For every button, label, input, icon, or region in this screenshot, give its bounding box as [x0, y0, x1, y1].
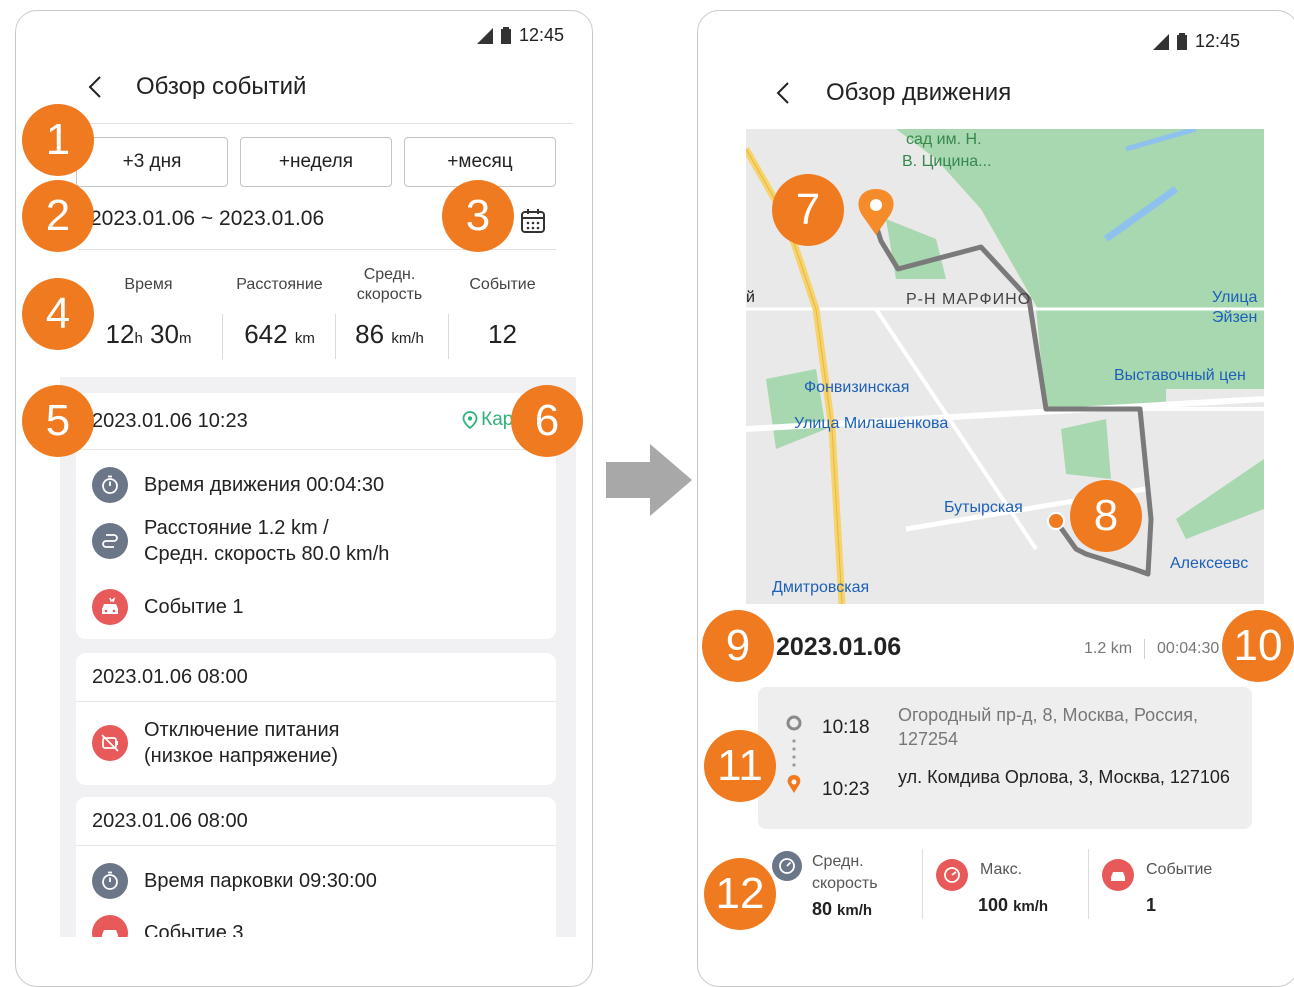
parking-time-row: Время парковки 09:30:00 [92, 863, 377, 899]
max-speed-icon [936, 859, 968, 891]
page-title: Обзор движения [826, 79, 1012, 106]
status-time: 12:45 [1194, 31, 1240, 51]
event-stat: Событие 1 [1102, 859, 1212, 916]
callout-badge: 2 [22, 180, 94, 252]
trip-distance: 1.2 km [1084, 640, 1133, 657]
map-label: Дмитровская [772, 579, 870, 596]
calendar-icon[interactable] [520, 208, 546, 234]
route-addresses: 10:18 Огородный пр-д, 8, Москва, Россия,… [758, 687, 1252, 829]
map-label: Улица [1212, 289, 1258, 306]
header: Обзор событий [16, 73, 592, 101]
event-datetime: 2023.01.06 08:00 [76, 653, 556, 702]
back-button[interactable] [772, 82, 794, 104]
stat-events-value: 12 [488, 319, 517, 349]
event-count-row: Событие 1 [92, 589, 244, 625]
map-label: Эйзен [1212, 309, 1258, 326]
callout-badge: 11 [704, 730, 776, 802]
route-end-dot [1047, 512, 1065, 530]
back-button[interactable] [84, 76, 106, 98]
chevron-left-icon [776, 82, 789, 104]
date-range: 2023.01.06 ~ 2023.01.06 [90, 207, 325, 230]
stat-time-value: 12h 30m [105, 319, 192, 349]
event-card[interactable]: 2023.01.06 08:00 Время парковки 09:30:00… [76, 797, 556, 937]
map-label: В. Цицина... [902, 153, 992, 170]
stat-time-label: Время [124, 276, 173, 293]
chevron-left-icon [88, 76, 101, 98]
car-crash-icon [1102, 859, 1134, 891]
page-title: Обзор событий [136, 73, 307, 100]
trip-meta: 1.2 km 00:04:30 [1084, 639, 1219, 659]
route-timeline-icon [786, 715, 802, 793]
map-label: Бутырская [944, 499, 1023, 516]
car-crash-icon [92, 589, 128, 625]
callout-badge: 7 [772, 174, 844, 246]
start-time: 10:18 [822, 717, 870, 738]
event-overview-screen: 12:45 Обзор событий +3 дня +неделя +меся… [15, 10, 593, 987]
stat-events-label: Событие [469, 276, 536, 293]
callout-badge: 9 [702, 610, 774, 682]
end-address: ул. Комдива Орлова, 3, Москва, 127106 [898, 767, 1230, 787]
map-label: Фонвизинская [804, 379, 910, 396]
route-icon [92, 523, 128, 559]
callout-badge: 3 [442, 180, 514, 252]
battery-icon [1176, 33, 1187, 50]
battery-icon [500, 27, 511, 44]
map-label: Выставочный цен [1114, 367, 1246, 384]
callout-badge: 5 [22, 385, 94, 457]
avg-speed-stat: Средн. скорость 80 km/h [772, 851, 878, 920]
flow-arrow-icon [606, 444, 692, 516]
max-speed-stat: Макс. 100 km/h [936, 859, 1048, 916]
callout-badge: 8 [1070, 480, 1142, 552]
callout-badge: 6 [511, 385, 583, 457]
trip-date: 2023.01.06 [776, 633, 902, 661]
event-list[interactable]: 2023.01.06 10:23 Карта Время движения 00… [60, 377, 576, 937]
drive-overview-screen: 12:45 Обзор движения сад им. Н. В. Цицин… [697, 10, 1294, 987]
start-address: Огородный пр-д, 8, Москва, Россия, 12725… [898, 705, 1198, 749]
signal-icon [476, 27, 493, 44]
map-label: Алексеевс [1170, 555, 1249, 572]
header: Обзор движения [698, 79, 1294, 107]
event-card[interactable]: 2023.01.06 10:23 Карта Время движения 00… [76, 393, 556, 639]
stat-separator [1088, 849, 1089, 919]
period-week-button[interactable]: +неделя [240, 137, 392, 187]
event-datetime: 2023.01.06 08:00 [76, 797, 556, 846]
status-bar: 12:45 [476, 25, 564, 46]
status-bar: 12:45 [1152, 31, 1240, 52]
trip-duration: 00:04:30 [1157, 640, 1220, 657]
car-crash-icon [92, 915, 128, 937]
signal-icon [1152, 33, 1169, 50]
power-off-row: Отключение питания (низкое напряжение) [92, 717, 339, 769]
event-card[interactable]: 2023.01.06 08:00 Отключение питания (низк… [76, 653, 556, 785]
stopwatch-icon [92, 863, 128, 899]
speedometer-icon [772, 851, 802, 881]
stat-separator [922, 849, 923, 919]
location-pin-icon [462, 411, 478, 429]
stat-distance: Расстояние 642 km [222, 263, 337, 350]
end-time: 10:23 [822, 779, 870, 800]
distance-row: Расстояние 1.2 km / Средн. скорость 80.0 … [92, 515, 389, 567]
stat-distance-value: 642 km [244, 319, 315, 349]
callout-badge: 10 [1222, 610, 1294, 682]
callout-badge: 4 [22, 278, 94, 350]
map-label: й [746, 289, 755, 306]
stopwatch-icon [92, 467, 128, 503]
stat-avg-speed: Средн. скорость 86 km/h [332, 263, 447, 350]
status-time: 12:45 [518, 25, 564, 45]
callout-badge: 1 [22, 104, 94, 176]
stat-avg-speed-label: Средн. скорость [356, 266, 423, 303]
stat-time: Время 12h 30m [91, 263, 206, 350]
drive-time-row: Время движения 00:04:30 [92, 467, 384, 503]
map-label: Улица Милашенкова [794, 415, 949, 432]
map-label: Р-Н МАРФИНО [906, 291, 1032, 308]
stat-events: Событие 12 [445, 263, 560, 350]
battery-off-icon [92, 725, 128, 761]
map-label: сад им. Н. [906, 131, 982, 148]
stat-distance-label: Расстояние [236, 276, 323, 293]
callout-badge: 12 [704, 858, 776, 930]
period-3days-button[interactable]: +3 дня [76, 137, 228, 187]
event-count-row: Событие 3 [92, 915, 244, 937]
header-divider [78, 123, 574, 124]
stat-avg-speed-value: 86 km/h [355, 319, 424, 349]
